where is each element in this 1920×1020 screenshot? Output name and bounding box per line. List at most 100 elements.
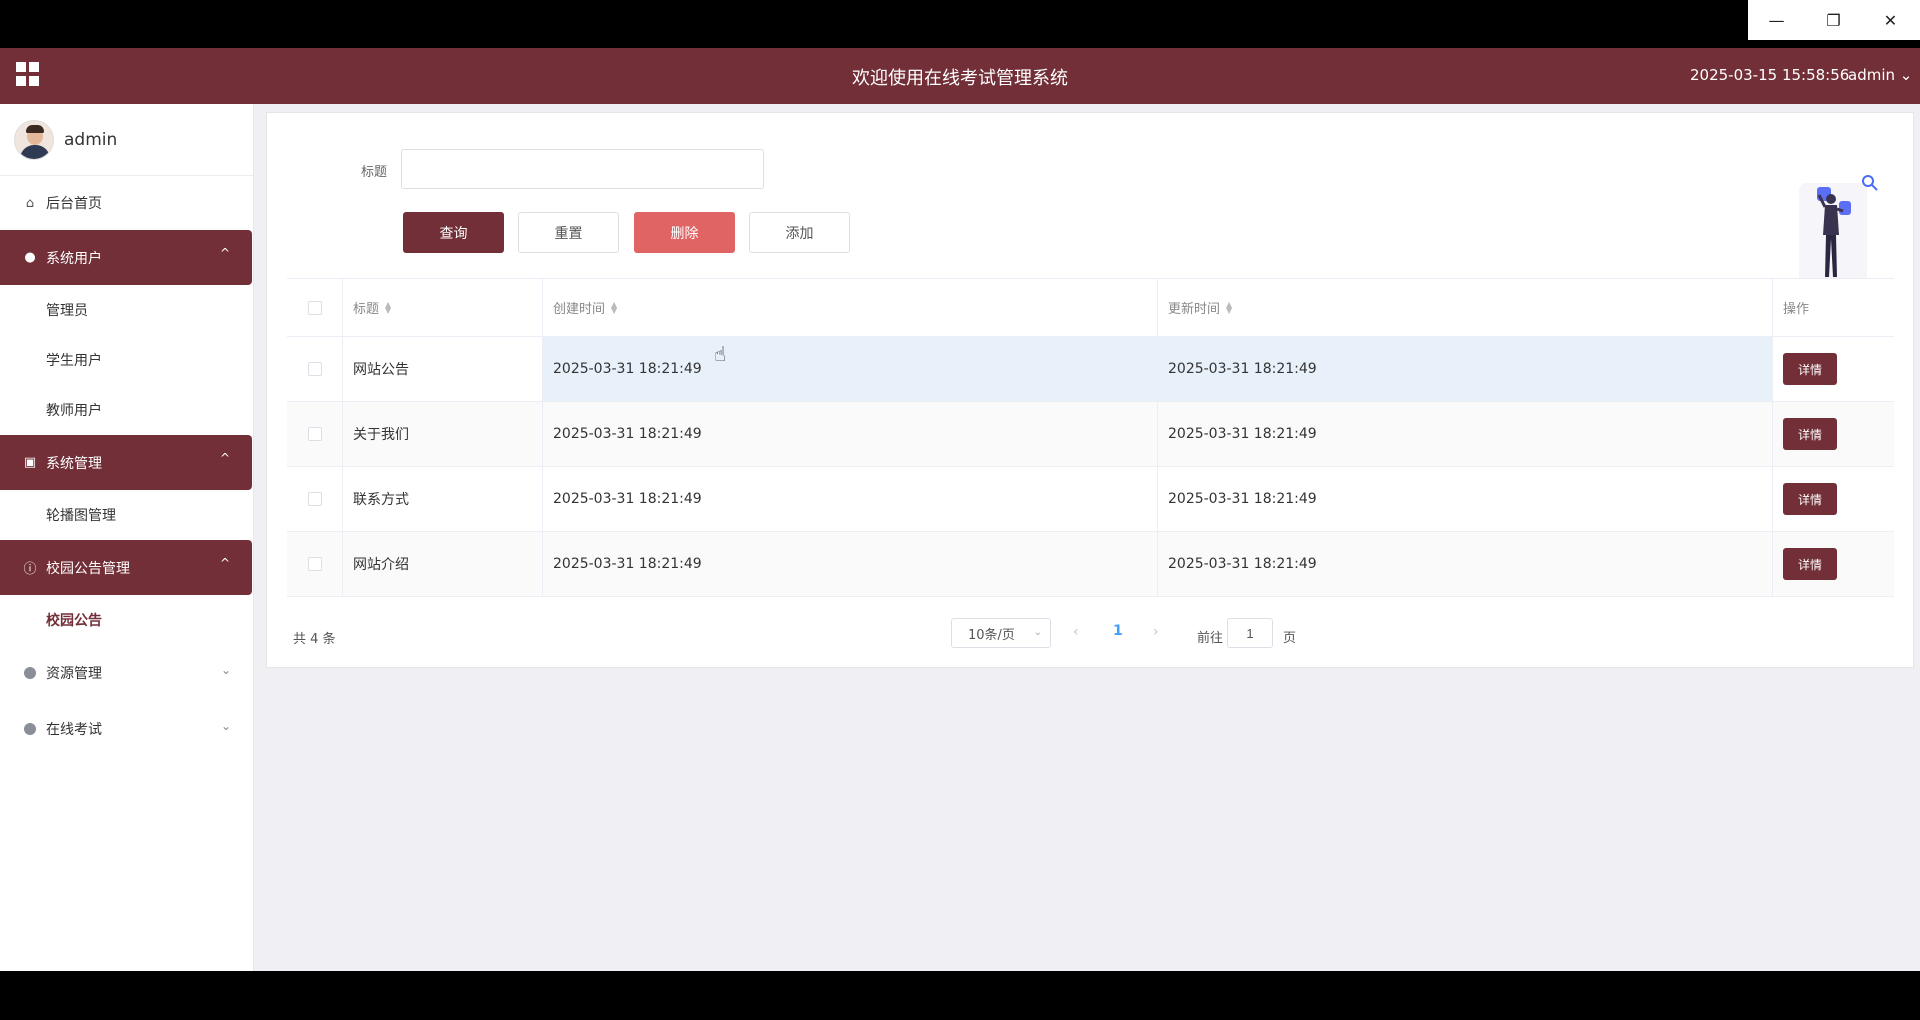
goto-label: 前往	[1197, 631, 1224, 646]
add-button[interactable]: 添加	[749, 212, 850, 253]
cell-title: 关于我们	[343, 402, 543, 466]
bulb-icon	[22, 721, 38, 737]
sidebar-group-online-exam[interactable]: 在线考试 ⌄	[0, 701, 253, 757]
detail-button[interactable]: 详情	[1783, 418, 1837, 450]
chevron-up-icon: ^	[219, 451, 230, 465]
select-all-checkbox[interactable]	[307, 300, 322, 315]
cell-updated: 2025-03-31 18:21:49	[1158, 532, 1773, 596]
row-select-cell	[287, 402, 343, 466]
profile-name: admin	[64, 129, 118, 150]
select-all-cell	[287, 279, 343, 336]
sidebar-item-teachers[interactable]: 教师用户	[0, 385, 253, 435]
top-header: 欢迎使用在线考试管理系统 2025-03-15 15:58:56 admin ⌄	[0, 48, 1920, 104]
avatar	[14, 119, 54, 160]
table-row[interactable]: 网站介绍 2025-03-31 18:21:49 2025-03-31 18:2…	[287, 532, 1894, 597]
sidebar-item-home[interactable]: ⌂ 后台首页	[0, 176, 253, 230]
column-header-created[interactable]: 创建时间 ▲ ▼	[543, 279, 1158, 336]
sidebar-group-campus-notices[interactable]: ⓘ 校园公告管理 ^	[0, 540, 252, 595]
user-menu[interactable]: admin ⌄	[1848, 66, 1912, 84]
sidebar-group-resources[interactable]: 资源管理 ⌄	[0, 645, 253, 701]
home-icon: ⌂	[25, 195, 35, 211]
chevron-down-icon: ⌄	[220, 663, 231, 677]
search-label: 标题	[361, 165, 388, 180]
chevron-up-icon: ^	[219, 246, 230, 260]
screen: — ❐ ✕ 欢迎使用在线考试管理系统 2025-03-15 15:58:56 a…	[0, 0, 1920, 1020]
pagination: 共 4 条 10条/页 ⌄ ‹ 1 › 前往 页	[287, 618, 1894, 654]
delete-button[interactable]: 删除	[634, 212, 735, 253]
sidebar-item-campus-notice[interactable]: 校园公告	[0, 595, 253, 645]
sidebar-group-system-users[interactable]: ● 系统用户 ^	[0, 230, 252, 285]
goto-unit: 页	[1283, 631, 1297, 646]
sidebar-item-students[interactable]: 学生用户	[0, 335, 253, 385]
user-icon: ●	[24, 250, 36, 265]
window-controls: — ❐ ✕	[1748, 0, 1920, 40]
detail-button[interactable]: 详情	[1783, 353, 1837, 385]
close-icon[interactable]: ✕	[1862, 0, 1919, 40]
cell-actions: 详情	[1773, 467, 1894, 531]
detail-button[interactable]: 详情	[1783, 548, 1837, 580]
chevron-up-icon: ^	[219, 556, 230, 570]
cell-title: 网站公告	[343, 337, 543, 401]
cell-created: 2025-03-31 18:21:49	[543, 402, 1158, 466]
main-panel: 标题 查询 重置 删除 添加 标题 ▲ ▼ 创建时间 ▲ ▼ 更新时间 ▲ ▼ …	[266, 112, 1914, 668]
row-select-cell	[287, 467, 343, 531]
column-header-title[interactable]: 标题 ▲ ▼	[343, 279, 543, 336]
prev-page-icon[interactable]: ‹	[1073, 624, 1079, 640]
sort-icon[interactable]: ▲ ▼	[1226, 300, 1232, 314]
reset-button[interactable]: 重置	[518, 212, 619, 253]
table-row[interactable]: 联系方式 2025-03-31 18:21:49 2025-03-31 18:2…	[287, 467, 1894, 532]
image-icon: ▣	[23, 455, 37, 470]
table-row[interactable]: 网站公告 2025-03-31 18:21:49 2025-03-31 18:2…	[287, 337, 1894, 402]
sidebar-group-label: 系统管理	[46, 455, 102, 472]
chevron-down-icon: ⌄	[220, 719, 231, 733]
row-select-cell	[287, 532, 343, 596]
total-count: 共 4 条	[293, 632, 336, 647]
query-button[interactable]: 查询	[403, 212, 504, 253]
sidebar-group-label: 校园公告管理	[46, 560, 130, 577]
cell-title: 联系方式	[343, 467, 543, 531]
user-name: admin	[1848, 66, 1895, 84]
profile: admin	[0, 104, 253, 176]
cell-updated: 2025-03-31 18:21:49	[1158, 402, 1773, 466]
page-number-current[interactable]: 1	[1113, 623, 1123, 639]
column-header-label: 创建时间	[553, 302, 606, 317]
sidebar-item-carousel[interactable]: 轮播图管理	[0, 490, 253, 540]
sidebar: admin ⌂ 后台首页 ● 系统用户 ^ 管理员 学生用户 教师用户 ▣ 系统…	[0, 104, 254, 971]
sidebar-group-label: 系统用户	[46, 250, 102, 267]
sidebar-item-admin[interactable]: 管理员	[0, 285, 253, 335]
minimize-icon[interactable]: —	[1748, 0, 1805, 40]
app: 欢迎使用在线考试管理系统 2025-03-15 15:58:56 admin ⌄…	[0, 48, 1920, 971]
bulb-icon	[22, 665, 38, 681]
current-datetime: 2025-03-15 15:58:56	[1690, 66, 1850, 84]
row-checkbox[interactable]	[307, 492, 322, 506]
app-title: 欢迎使用在线考试管理系统	[852, 68, 1068, 89]
sort-icon[interactable]: ▲ ▼	[611, 300, 617, 314]
table-row[interactable]: 关于我们 2025-03-31 18:21:49 2025-03-31 18:2…	[287, 402, 1894, 467]
sidebar-group-label: 资源管理	[46, 666, 102, 682]
row-checkbox[interactable]	[307, 427, 322, 441]
detail-button[interactable]: 详情	[1783, 483, 1837, 515]
row-select-cell	[287, 337, 343, 401]
row-checkbox[interactable]	[307, 362, 322, 376]
row-checkbox[interactable]	[307, 557, 322, 571]
cell-actions: 详情	[1773, 402, 1894, 466]
window-titlebar: — ❐ ✕	[0, 0, 1920, 48]
column-header-updated[interactable]: 更新时间 ▲ ▼	[1158, 279, 1773, 336]
page-size-value: 10条/页	[968, 627, 1015, 643]
title-search-input[interactable]	[401, 149, 764, 189]
restore-icon[interactable]: ❐	[1805, 0, 1862, 40]
chevron-down-icon: ⌄	[1899, 66, 1913, 84]
mouse-cursor-icon: ☝	[714, 342, 727, 366]
goto-page-input[interactable]	[1227, 618, 1273, 648]
page-size-select[interactable]: 10条/页 ⌄	[951, 618, 1051, 648]
column-header-label: 标题	[353, 302, 380, 317]
chevron-down-icon: ⌄	[1033, 627, 1042, 638]
sidebar-item-label: 后台首页	[46, 196, 102, 212]
notice-table: 标题 ▲ ▼ 创建时间 ▲ ▼ 更新时间 ▲ ▼ 操作 网站公告 2025-03-31 18…	[287, 278, 1894, 597]
sort-icon[interactable]: ▲ ▼	[385, 300, 391, 314]
sidebar-group-label: 在线考试	[46, 722, 102, 738]
cell-created: 2025-03-31 18:21:49	[543, 337, 1158, 401]
decorative-illustration	[1779, 175, 1889, 279]
next-page-icon[interactable]: ›	[1153, 624, 1159, 640]
sidebar-group-system-management[interactable]: ▣ 系统管理 ^	[0, 435, 252, 490]
